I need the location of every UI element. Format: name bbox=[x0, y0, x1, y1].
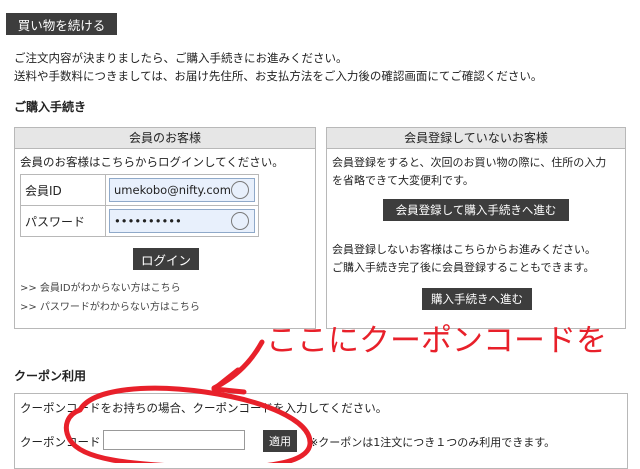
annotation-circle bbox=[63, 385, 313, 463]
annotation-drawing bbox=[63, 339, 313, 463]
